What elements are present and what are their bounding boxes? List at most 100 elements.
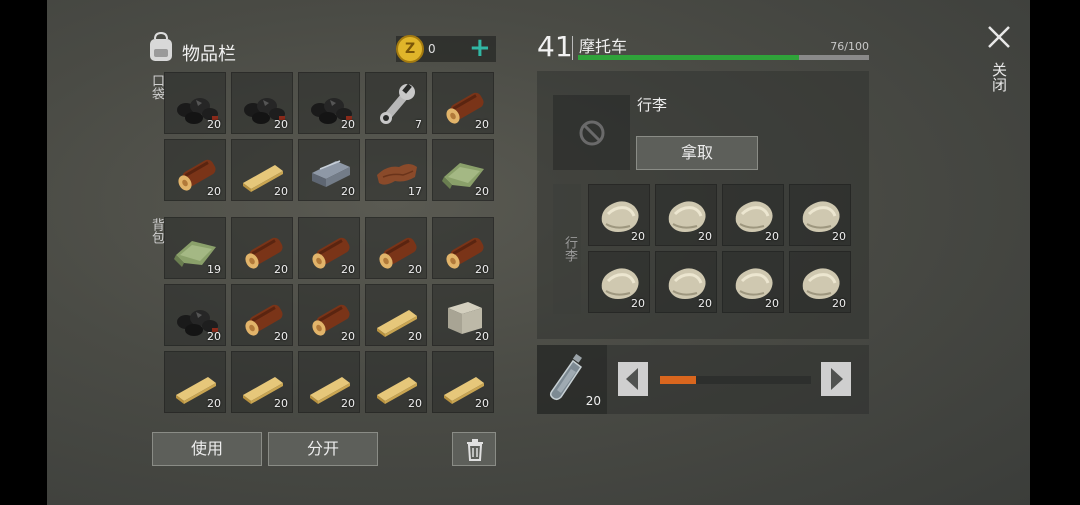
screen-edge	[1030, 0, 1080, 505]
pocket-slot[interactable]: 20	[298, 72, 360, 134]
luggage-slot[interactable]: 20	[588, 184, 650, 246]
pocket-slot[interactable]: 20	[432, 139, 494, 201]
item-count: 20	[698, 230, 712, 243]
coin-icon: Z	[396, 35, 424, 63]
blocked-icon	[579, 120, 605, 146]
fuel-next-button[interactable]	[821, 362, 851, 396]
fuel-prev-button[interactable]	[618, 362, 648, 396]
item-count: 20	[408, 330, 422, 343]
backpack-slot[interactable]: 20	[164, 284, 226, 346]
luggage-slot[interactable]: 20	[722, 184, 784, 246]
delete-button[interactable]	[452, 432, 496, 466]
durability-fill	[578, 55, 800, 60]
item-count: 17	[408, 185, 422, 198]
luggage-slot[interactable]: 20	[655, 184, 717, 246]
item-count: 20	[475, 397, 489, 410]
item-count: 20	[698, 297, 712, 310]
item-count: 20	[475, 263, 489, 276]
fuel-bottle-icon	[549, 353, 583, 401]
luggage-slot[interactable]: 20	[789, 251, 851, 313]
pocket-slot[interactable]: 20	[231, 72, 293, 134]
item-count: 20	[341, 330, 355, 343]
fuel-slot[interactable]: 20	[537, 345, 607, 414]
item-count: 20	[274, 263, 288, 276]
durability-text: 76/100	[830, 40, 869, 53]
pocket-slot[interactable]: 17	[365, 139, 427, 201]
item-count: 20	[274, 397, 288, 410]
pocket-slot[interactable]: 7	[365, 72, 427, 134]
header-divider	[572, 36, 573, 60]
luggage-slot[interactable]	[553, 95, 630, 170]
wrench-icon	[380, 83, 415, 124]
backpack-slot[interactable]: 20	[432, 351, 494, 413]
item-count: 20	[207, 397, 221, 410]
backpack-slot[interactable]: 20	[298, 217, 360, 279]
add-coins-button[interactable]: +	[469, 34, 491, 62]
item-count: 20	[408, 263, 422, 276]
fuel-fill	[660, 376, 697, 384]
item-count: 20	[765, 230, 779, 243]
pocket-slot[interactable]: 20	[164, 139, 226, 201]
item-count: 20	[341, 118, 355, 131]
item-count: 20	[341, 263, 355, 276]
backpack-slot[interactable]: 20	[432, 217, 494, 279]
backpack-slot[interactable]: 20	[164, 351, 226, 413]
item-count: 20	[207, 185, 221, 198]
fuel-count: 20	[585, 394, 601, 408]
close-label[interactable]: 关闭	[989, 62, 1010, 92]
backpack-slot[interactable]: 20	[365, 217, 427, 279]
backpack-slot[interactable]: 20	[432, 284, 494, 346]
luggage-slot[interactable]: 20	[655, 251, 717, 313]
luggage-slot[interactable]: 20	[588, 251, 650, 313]
item-count: 20	[765, 297, 779, 310]
item-count: 20	[341, 185, 355, 198]
item-count: 20	[274, 185, 288, 198]
use-button[interactable]: 使用	[152, 432, 262, 466]
vehicle-level: 41	[537, 30, 573, 63]
item-count: 20	[207, 118, 221, 131]
pocket-slot[interactable]: 20	[432, 72, 494, 134]
arrow-right-icon	[831, 368, 843, 390]
coin-count: 0	[428, 42, 436, 56]
backpack-slot[interactable]: 20	[231, 351, 293, 413]
arrow-left-icon	[626, 368, 638, 390]
durability-bar	[578, 55, 869, 60]
pocket-slot[interactable]: 20	[231, 139, 293, 201]
close-icon	[988, 26, 1010, 48]
split-button[interactable]: 分开	[268, 432, 378, 466]
item-count: 7	[415, 118, 422, 131]
inventory-title: 物品栏	[182, 44, 236, 65]
fuel-bar	[660, 376, 811, 384]
backpack-slot[interactable]: 20	[231, 217, 293, 279]
backpack-slot[interactable]: 20	[298, 284, 360, 346]
item-count: 20	[274, 118, 288, 131]
luggage-side-label: 行李	[562, 236, 577, 262]
item-count: 20	[832, 297, 846, 310]
backpack-slot[interactable]: 20	[298, 351, 360, 413]
pocket-slot[interactable]: 20	[298, 139, 360, 201]
backpack-slot[interactable]: 20	[365, 351, 427, 413]
luggage-slot[interactable]: 20	[789, 184, 851, 246]
luggage-slot[interactable]: 20	[722, 251, 784, 313]
item-count: 20	[341, 397, 355, 410]
item-count: 19	[207, 263, 221, 276]
close-button[interactable]	[986, 24, 1012, 50]
luggage-title: 行李	[637, 96, 668, 114]
trash-icon	[467, 439, 483, 461]
item-count: 20	[475, 185, 489, 198]
backpack-slot[interactable]: 19	[164, 217, 226, 279]
item-count: 20	[631, 230, 645, 243]
item-count: 20	[475, 118, 489, 131]
pocket-slot[interactable]: 20	[164, 72, 226, 134]
item-count: 20	[832, 230, 846, 243]
backpack-slot[interactable]: 20	[365, 284, 427, 346]
item-count: 20	[408, 397, 422, 410]
backpack-slot[interactable]: 20	[231, 284, 293, 346]
take-button[interactable]: 拿取	[636, 136, 758, 170]
item-count: 20	[475, 330, 489, 343]
item-count: 20	[274, 330, 288, 343]
item-count: 20	[207, 330, 221, 343]
item-count: 20	[631, 297, 645, 310]
backpack-icon	[146, 31, 176, 63]
vehicle-name: 摩托车	[579, 37, 628, 56]
